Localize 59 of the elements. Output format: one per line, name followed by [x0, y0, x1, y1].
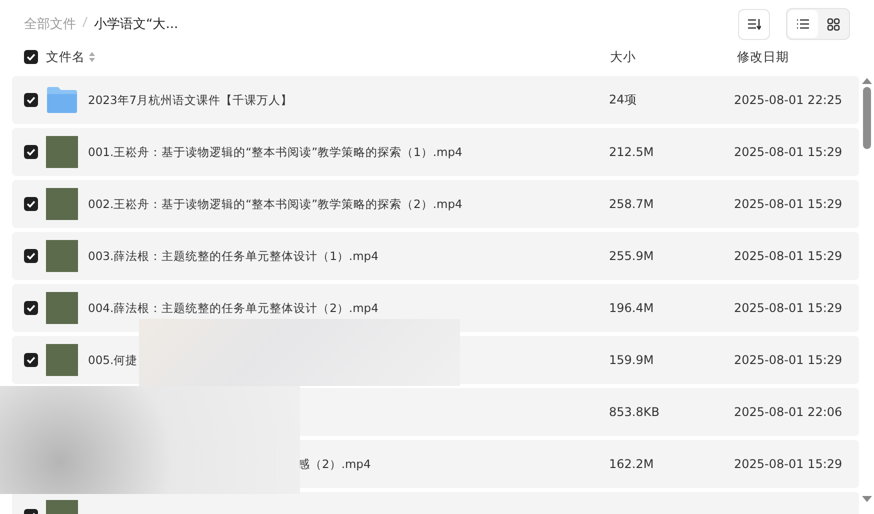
checkmark-icon	[26, 304, 36, 312]
list-icon	[796, 18, 810, 30]
file-name: 2023年7月杭州语文课件【千课万人】	[88, 92, 294, 108]
row-checkbox[interactable]	[24, 197, 38, 211]
column-header[interactable]: 文件名	[46, 48, 85, 66]
checkmark-icon	[26, 200, 36, 208]
file-size: 255.9M	[609, 249, 654, 263]
modified-date: 2025-08-01 15:29	[734, 145, 842, 159]
file-name: 001.王崧舟：基于读物逻辑的“整本书阅读”教学策略的探索（1）.mp4	[88, 144, 464, 160]
row-checkbox[interactable]	[24, 301, 38, 315]
modified-date: 2025-08-01 15:29	[734, 457, 842, 471]
file-size: 853.8KB	[609, 405, 660, 419]
file-row[interactable]: 003.薛法根：主题统整的任务单元整体设计（1）.mp4 255.9M 2025-08-01 15:29	[12, 232, 859, 280]
photo-placeholder	[46, 292, 78, 324]
checkmark-icon	[26, 96, 36, 104]
file-name: 003.薛法根：主题统整的任务单元整体设计（1）.mp4	[88, 248, 380, 264]
modified-date: 2025-08-01 15:29	[734, 353, 842, 367]
scroll-up-icon[interactable]	[862, 78, 872, 84]
file-size: 196.4M	[609, 301, 654, 315]
photo-placeholder	[46, 240, 78, 272]
file-row[interactable]: 2023年7月杭州语文课件【千课万人】 24项 2025-08-01 22:25	[12, 76, 859, 124]
modified-date: 2025-08-01 15:29	[734, 301, 842, 315]
photo-placeholder	[46, 344, 78, 376]
row-checkbox[interactable]	[24, 353, 38, 367]
checkmark-icon	[26, 148, 36, 156]
file-name: 002.王崧舟：基于读物逻辑的“整本书阅读”教学策略的探索（2）.mp4	[88, 196, 464, 212]
photo-placeholder	[46, 136, 78, 168]
checkmark-icon	[26, 53, 36, 61]
file-name: 004.薛法根：主题统整的任务单元整体设计（2）.mp4	[88, 300, 380, 316]
select-all-checkbox[interactable]	[24, 50, 38, 64]
file-size: 162.2M	[609, 457, 654, 471]
file-name: 005.何捷	[88, 352, 139, 368]
sort-button[interactable]	[738, 8, 770, 40]
modified-date: 2025-08-01 22:06	[734, 405, 842, 419]
grid-icon	[826, 18, 840, 30]
scrollbar-thumb[interactable]	[863, 87, 871, 149]
row-checkbox[interactable]	[24, 249, 38, 263]
file-size: 258.7M	[609, 197, 654, 211]
row-checkbox[interactable]	[24, 93, 38, 107]
scrollbar[interactable]	[861, 78, 873, 502]
breadcrumb-item[interactable]: 小学语文“大...	[94, 15, 178, 33]
column-header[interactable]: 大小	[610, 48, 636, 66]
scroll-down-icon[interactable]	[862, 496, 872, 502]
checkmark-icon	[26, 252, 36, 260]
file-size: 24项	[609, 92, 636, 108]
row-checkbox[interactable]	[24, 145, 38, 159]
photo-placeholder	[46, 188, 78, 220]
folder-icon	[46, 84, 78, 116]
sort-icon	[747, 18, 761, 30]
checkmark-icon	[26, 356, 36, 364]
file-row[interactable]: 002.王崧舟：基于读物逻辑的“整本书阅读”教学策略的探索（2）.mp4 258.7M 2025-08-01 15:29	[12, 180, 859, 228]
file-size: 159.9M	[609, 353, 654, 367]
column-header[interactable]: 修改日期	[737, 48, 789, 66]
file-size: 212.5M	[609, 145, 654, 159]
list-view-button[interactable]	[788, 10, 818, 38]
file-row[interactable]: 001.王崧舟：基于读物逻辑的“整本书阅读”教学策略的探索（1）.mp4 212.5M 2025-08-01 15:29	[12, 128, 859, 176]
modified-date: 2025-08-01 22:25	[734, 93, 842, 107]
modified-date: 2025-08-01 15:29	[734, 249, 842, 263]
modified-date: 2025-08-01 15:29	[734, 197, 842, 211]
